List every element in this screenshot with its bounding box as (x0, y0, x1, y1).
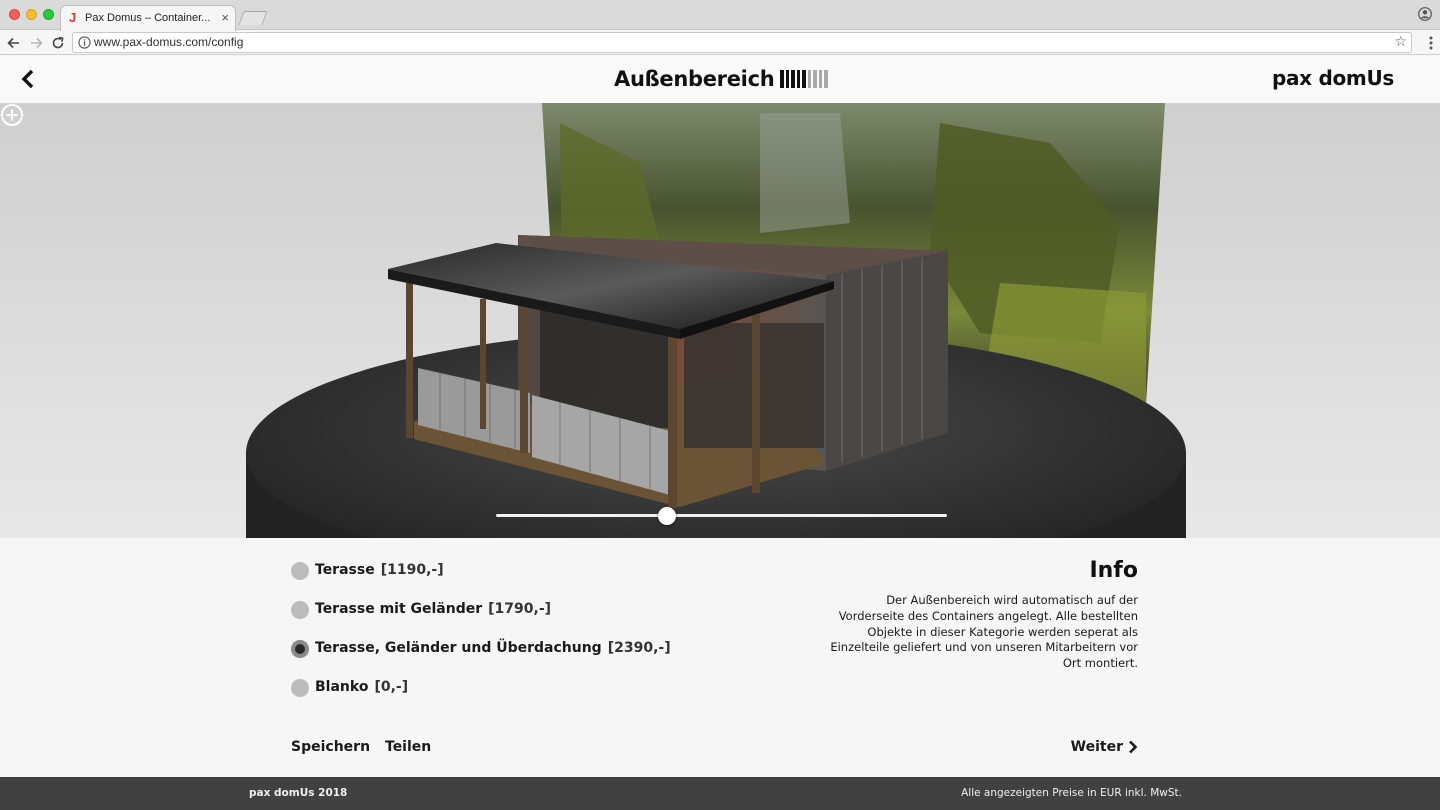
favicon-icon: J (69, 10, 77, 25)
window-maximize-button[interactable] (43, 9, 54, 20)
radio-button[interactable] (291, 679, 309, 697)
share-button[interactable]: Teilen (385, 739, 431, 755)
app-header: Außenbereich pax domUs (0, 56, 1440, 103)
bookmark-star-icon[interactable]: ☆ (1394, 34, 1407, 50)
back-arrow-icon[interactable] (19, 69, 37, 89)
radio-button[interactable] (291, 640, 309, 658)
address-bar[interactable]: www.pax-domus.com/config ☆ (72, 32, 1412, 53)
progress-step-done (785, 70, 789, 88)
step-progress-indicator (780, 70, 828, 88)
browser-tab[interactable]: J Pax Domus – Container... × (60, 5, 236, 31)
option-price: [0,-] (374, 679, 409, 695)
progress-step-done (791, 70, 795, 88)
info-text: Der Außenbereich wird automatisch auf de… (830, 593, 1138, 671)
info-icon[interactable] (78, 36, 91, 49)
window-close-button[interactable] (9, 9, 20, 20)
option-label: Blanko (315, 679, 369, 695)
option-price: [2390,-] (607, 640, 671, 656)
next-button[interactable]: Weiter (1071, 739, 1138, 755)
progress-step-done (796, 70, 800, 88)
option-label: Terasse mit Geländer (315, 601, 483, 617)
progress-step-done (802, 70, 806, 88)
brand-logo[interactable]: pax domUs (1272, 66, 1394, 90)
radio-button[interactable] (291, 562, 309, 580)
progress-step-todo (824, 70, 828, 88)
option-price: [1790,-] (488, 601, 552, 617)
chevron-right-icon (1129, 740, 1138, 754)
footer-price-note: Alle angezeigten Preise in EUR inkl. MwS… (961, 787, 1182, 799)
profile-icon[interactable] (1418, 7, 1432, 21)
tab-close-icon[interactable]: × (221, 10, 229, 25)
rotation-slider[interactable] (496, 507, 947, 525)
window-minimize-button[interactable] (26, 9, 37, 20)
new-tab-button[interactable] (238, 11, 268, 25)
radio-button[interactable] (291, 601, 309, 619)
browser-tab-bar: J Pax Domus – Container... × (0, 0, 1440, 31)
hotspot-plus-icon[interactable] (0, 103, 24, 127)
progress-step-done (780, 70, 784, 88)
url-text: www.pax-domus.com/config (94, 35, 244, 49)
page-title: Außenbereich (614, 67, 775, 91)
progress-step-todo (818, 70, 822, 88)
option-price: [1190,-] (380, 562, 444, 578)
back-icon[interactable] (6, 35, 22, 51)
progress-step-todo (807, 70, 811, 88)
progress-step-todo (813, 70, 817, 88)
reload-icon[interactable] (50, 35, 66, 51)
footer: pax domUs 2018 Alle angezeigten Preise i… (0, 777, 1440, 810)
browser-menu-icon[interactable] (1429, 36, 1433, 50)
browser-toolbar: www.pax-domus.com/config ☆ (0, 31, 1440, 55)
option-label: Terasse (315, 562, 375, 578)
slider-track[interactable] (496, 514, 947, 517)
option-label: Terasse, Geländer und Überdachung (315, 640, 602, 656)
container-3d-viewer[interactable] (0, 103, 1440, 538)
next-button-label: Weiter (1070, 739, 1123, 755)
forward-icon[interactable] (28, 35, 44, 51)
footer-copyright: pax domUs 2018 (249, 787, 348, 799)
tab-title: Pax Domus – Container... (85, 12, 211, 24)
container-3d-render (0, 103, 1440, 538)
info-heading: Info (1089, 558, 1138, 583)
save-button[interactable]: Speichern (291, 739, 370, 755)
